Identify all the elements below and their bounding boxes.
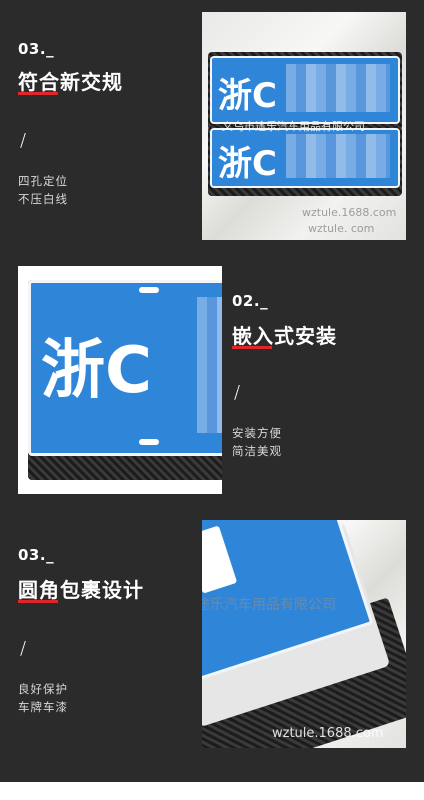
watermark-url: wztule.1688.com	[272, 726, 384, 741]
title-underline	[18, 92, 58, 95]
slash-divider: /	[20, 130, 27, 151]
license-plate-bottom: 浙C	[210, 128, 400, 188]
plate-character	[202, 525, 238, 594]
description-line: 简洁美观	[232, 444, 282, 458]
blurred-plate-number	[286, 134, 390, 178]
section-number: 02._	[232, 292, 269, 310]
product-photo-3: 途乐汽车用品有限公司 wztule.1688.com	[202, 520, 406, 748]
watermark-company: 义乌市途乐汽车用品有限公司	[222, 120, 365, 133]
section-number: 03._	[18, 40, 55, 58]
watermark-url: wztule.1688.com	[302, 206, 397, 219]
description-line: 车牌车漆	[18, 700, 68, 714]
plate-text: 浙C	[218, 76, 277, 116]
section-number: 03._	[18, 546, 55, 564]
license-plate-top: 浙C	[210, 56, 400, 124]
plate-text: 浙C	[218, 144, 277, 184]
section-title: 嵌入式安装	[232, 324, 337, 348]
mount-hole	[139, 287, 159, 293]
watermark-company: 途乐汽车用品有限公司	[202, 597, 336, 613]
title-underline	[232, 346, 272, 349]
section-description: 安装方便 简洁美观	[232, 424, 282, 460]
slash-divider: /	[234, 382, 241, 403]
product-detail-page: 03._ 符合新交规 / 四孔定位 不压白线 浙C 浙C 义乌市途乐汽车用品有限…	[0, 0, 424, 800]
plate-text: 浙C	[41, 334, 152, 408]
description-line: 不压白线	[18, 192, 68, 206]
title-underline	[18, 600, 58, 603]
description-line: 四孔定位	[18, 174, 68, 188]
license-plate: 浙C	[28, 280, 222, 456]
feature-panel-1: 03._ 符合新交规 / 四孔定位 不压白线 浙C 浙C 义乌市途乐汽车用品有限…	[0, 0, 424, 258]
section-description: 四孔定位 不压白线	[18, 172, 68, 208]
section-title: 符合新交规	[18, 70, 123, 94]
feature-panel-3: 03._ 圆角包裹设计 / 良好保护 车牌车漆 途乐汽车用品有限公司 wztul…	[0, 512, 424, 782]
blurred-plate-number	[197, 297, 222, 433]
description-line: 安装方便	[232, 426, 282, 440]
product-photo-2: 浙C	[18, 266, 222, 494]
blurred-plate-number	[286, 64, 390, 112]
mount-hole	[139, 439, 159, 445]
section-title: 圆角包裹设计	[18, 578, 144, 602]
watermark-url: wztule. com	[308, 222, 375, 235]
description-line: 良好保护	[18, 682, 68, 696]
section-description: 良好保护 车牌车漆	[18, 680, 68, 716]
feature-panel-2: 浙C 02._ 嵌入式安装 / 安装方便 简洁美观	[0, 258, 424, 512]
product-photo-1: 浙C 浙C 义乌市途乐汽车用品有限公司 wztule.1688.com wztu…	[202, 12, 406, 240]
slash-divider: /	[20, 638, 27, 659]
